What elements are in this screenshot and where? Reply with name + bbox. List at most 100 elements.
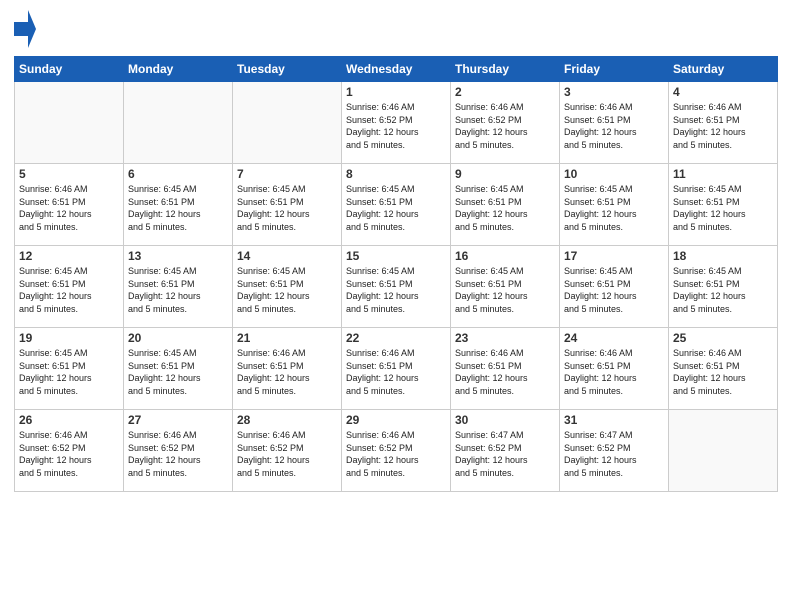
day-number: 29 xyxy=(346,413,446,427)
calendar-day-cell: 7 Sunrise: 6:45 AM Sunset: 6:51 PM Daylig… xyxy=(233,164,342,246)
day-info: Sunrise: 6:45 AM Sunset: 6:51 PM Dayligh… xyxy=(128,347,228,397)
day-info: Sunrise: 6:46 AM Sunset: 6:51 PM Dayligh… xyxy=(346,347,446,397)
calendar-day-cell xyxy=(669,410,778,492)
day-info: Sunrise: 6:46 AM Sunset: 6:51 PM Dayligh… xyxy=(455,347,555,397)
day-number: 20 xyxy=(128,331,228,345)
day-info: Sunrise: 6:47 AM Sunset: 6:52 PM Dayligh… xyxy=(455,429,555,479)
calendar-day-cell: 22 Sunrise: 6:46 AM Sunset: 6:51 PM Dayli… xyxy=(342,328,451,410)
day-number: 19 xyxy=(19,331,119,345)
day-number: 6 xyxy=(128,167,228,181)
calendar-day-cell: 20 Sunrise: 6:45 AM Sunset: 6:51 PM Dayli… xyxy=(124,328,233,410)
calendar-day-cell: 11 Sunrise: 6:45 AM Sunset: 6:51 PM Dayli… xyxy=(669,164,778,246)
day-info: Sunrise: 6:46 AM Sunset: 6:52 PM Dayligh… xyxy=(128,429,228,479)
calendar-day-cell: 27 Sunrise: 6:46 AM Sunset: 6:52 PM Dayli… xyxy=(124,410,233,492)
day-number: 31 xyxy=(564,413,664,427)
calendar-day-cell: 15Sunrise: 6:45 AM Sunset: 6:51 PM Dayli… xyxy=(342,246,451,328)
calendar-day-cell: 6 Sunrise: 6:45 AM Sunset: 6:51 PM Daylig… xyxy=(124,164,233,246)
calendar-day-cell: 4Sunrise: 6:46 AM Sunset: 6:51 PM Daylig… xyxy=(669,82,778,164)
day-info: Sunrise: 6:46 AM Sunset: 6:52 PM Dayligh… xyxy=(455,101,555,151)
day-info: Sunrise: 6:46 AM Sunset: 6:52 PM Dayligh… xyxy=(237,429,337,479)
calendar-day-cell: 24 Sunrise: 6:46 AM Sunset: 6:51 PM Dayli… xyxy=(560,328,669,410)
day-number: 7 xyxy=(237,167,337,181)
calendar-day-cell: 1 Sunrise: 6:46 AM Sunset: 6:52 PM Daylig… xyxy=(342,82,451,164)
header xyxy=(14,10,778,48)
day-number: 24 xyxy=(564,331,664,345)
calendar-day-cell: 3 Sunrise: 6:46 AM Sunset: 6:51 PM Daylig… xyxy=(560,82,669,164)
day-number: 27 xyxy=(128,413,228,427)
day-number: 18 xyxy=(673,249,773,263)
calendar-day-cell: 2 Sunrise: 6:46 AM Sunset: 6:52 PM Daylig… xyxy=(451,82,560,164)
day-info: Sunrise: 6:45 AM Sunset: 6:51 PM Dayligh… xyxy=(564,183,664,233)
day-info: Sunrise: 6:45 AM Sunset: 6:51 PM Dayligh… xyxy=(237,183,337,233)
weekday-header: Wednesday xyxy=(342,57,451,82)
day-number: 16 xyxy=(455,249,555,263)
day-info: Sunrise: 6:46 AM Sunset: 6:52 PM Dayligh… xyxy=(346,429,446,479)
weekday-header: Monday xyxy=(124,57,233,82)
calendar-day-cell xyxy=(124,82,233,164)
day-number: 30 xyxy=(455,413,555,427)
day-number: 9 xyxy=(455,167,555,181)
calendar-day-cell: 28 Sunrise: 6:46 AM Sunset: 6:52 PM Dayli… xyxy=(233,410,342,492)
calendar-day-cell: 31 Sunrise: 6:47 AM Sunset: 6:52 PM Dayli… xyxy=(560,410,669,492)
calendar-day-cell: 10Sunrise: 6:45 AM Sunset: 6:51 PM Dayli… xyxy=(560,164,669,246)
calendar-day-cell: 17Sunrise: 6:45 AM Sunset: 6:51 PM Dayli… xyxy=(560,246,669,328)
day-info: Sunrise: 6:45 AM Sunset: 6:51 PM Dayligh… xyxy=(128,265,228,315)
day-info: Sunrise: 6:46 AM Sunset: 6:51 PM Dayligh… xyxy=(19,183,119,233)
weekday-header: Tuesday xyxy=(233,57,342,82)
calendar-day-cell xyxy=(15,82,124,164)
day-info: Sunrise: 6:45 AM Sunset: 6:51 PM Dayligh… xyxy=(237,265,337,315)
day-info: Sunrise: 6:45 AM Sunset: 6:51 PM Dayligh… xyxy=(19,265,119,315)
calendar-table: SundayMondayTuesdayWednesdayThursdayFrid… xyxy=(14,56,778,492)
page: SundayMondayTuesdayWednesdayThursdayFrid… xyxy=(0,0,792,612)
day-number: 17 xyxy=(564,249,664,263)
calendar-week-row: 19 Sunrise: 6:45 AM Sunset: 6:51 PM Dayli… xyxy=(15,328,778,410)
day-number: 26 xyxy=(19,413,119,427)
calendar-day-cell: 16 Sunrise: 6:45 AM Sunset: 6:51 PM Dayli… xyxy=(451,246,560,328)
day-info: Sunrise: 6:45 AM Sunset: 6:51 PM Dayligh… xyxy=(455,265,555,315)
day-number: 1 xyxy=(346,85,446,99)
calendar-header-row: SundayMondayTuesdayWednesdayThursdayFrid… xyxy=(15,57,778,82)
day-info: Sunrise: 6:46 AM Sunset: 6:52 PM Dayligh… xyxy=(19,429,119,479)
calendar-day-cell: 30 Sunrise: 6:47 AM Sunset: 6:52 PM Dayli… xyxy=(451,410,560,492)
calendar-day-cell: 5 Sunrise: 6:46 AM Sunset: 6:51 PM Daylig… xyxy=(15,164,124,246)
day-number: 2 xyxy=(455,85,555,99)
day-number: 13 xyxy=(128,249,228,263)
day-number: 22 xyxy=(346,331,446,345)
day-info: Sunrise: 6:46 AM Sunset: 6:51 PM Dayligh… xyxy=(564,347,664,397)
day-number: 3 xyxy=(564,85,664,99)
day-number: 5 xyxy=(19,167,119,181)
day-number: 23 xyxy=(455,331,555,345)
day-info: Sunrise: 6:46 AM Sunset: 6:52 PM Dayligh… xyxy=(346,101,446,151)
calendar-day-cell: 8Sunrise: 6:45 AM Sunset: 6:51 PM Daylig… xyxy=(342,164,451,246)
day-info: Sunrise: 6:46 AM Sunset: 6:51 PM Dayligh… xyxy=(564,101,664,151)
calendar-day-cell: 13 Sunrise: 6:45 AM Sunset: 6:51 PM Dayli… xyxy=(124,246,233,328)
day-info: Sunrise: 6:46 AM Sunset: 6:51 PM Dayligh… xyxy=(237,347,337,397)
calendar-week-row: 5 Sunrise: 6:46 AM Sunset: 6:51 PM Daylig… xyxy=(15,164,778,246)
weekday-header: Friday xyxy=(560,57,669,82)
day-number: 28 xyxy=(237,413,337,427)
day-number: 25 xyxy=(673,331,773,345)
logo-arrow-icon xyxy=(14,10,36,48)
calendar-day-cell: 12Sunrise: 6:45 AM Sunset: 6:51 PM Dayli… xyxy=(15,246,124,328)
day-info: Sunrise: 6:45 AM Sunset: 6:51 PM Dayligh… xyxy=(19,347,119,397)
logo xyxy=(14,10,40,48)
calendar-week-row: 1 Sunrise: 6:46 AM Sunset: 6:52 PM Daylig… xyxy=(15,82,778,164)
day-info: Sunrise: 6:46 AM Sunset: 6:51 PM Dayligh… xyxy=(673,347,773,397)
calendar-day-cell: 18 Sunrise: 6:45 AM Sunset: 6:51 PM Dayli… xyxy=(669,246,778,328)
day-info: Sunrise: 6:45 AM Sunset: 6:51 PM Dayligh… xyxy=(673,265,773,315)
calendar-day-cell: 21 Sunrise: 6:46 AM Sunset: 6:51 PM Dayli… xyxy=(233,328,342,410)
day-info: Sunrise: 6:47 AM Sunset: 6:52 PM Dayligh… xyxy=(564,429,664,479)
day-info: Sunrise: 6:45 AM Sunset: 6:51 PM Dayligh… xyxy=(346,265,446,315)
calendar-day-cell: 23 Sunrise: 6:46 AM Sunset: 6:51 PM Dayli… xyxy=(451,328,560,410)
calendar-day-cell xyxy=(233,82,342,164)
calendar-day-cell: 26 Sunrise: 6:46 AM Sunset: 6:52 PM Dayli… xyxy=(15,410,124,492)
calendar-day-cell: 9 Sunrise: 6:45 AM Sunset: 6:51 PM Daylig… xyxy=(451,164,560,246)
day-number: 11 xyxy=(673,167,773,181)
day-number: 21 xyxy=(237,331,337,345)
day-number: 4 xyxy=(673,85,773,99)
day-info: Sunrise: 6:45 AM Sunset: 6:51 PM Dayligh… xyxy=(673,183,773,233)
day-info: Sunrise: 6:45 AM Sunset: 6:51 PM Dayligh… xyxy=(128,183,228,233)
day-info: Sunrise: 6:45 AM Sunset: 6:51 PM Dayligh… xyxy=(455,183,555,233)
weekday-header: Saturday xyxy=(669,57,778,82)
calendar-week-row: 26 Sunrise: 6:46 AM Sunset: 6:52 PM Dayli… xyxy=(15,410,778,492)
